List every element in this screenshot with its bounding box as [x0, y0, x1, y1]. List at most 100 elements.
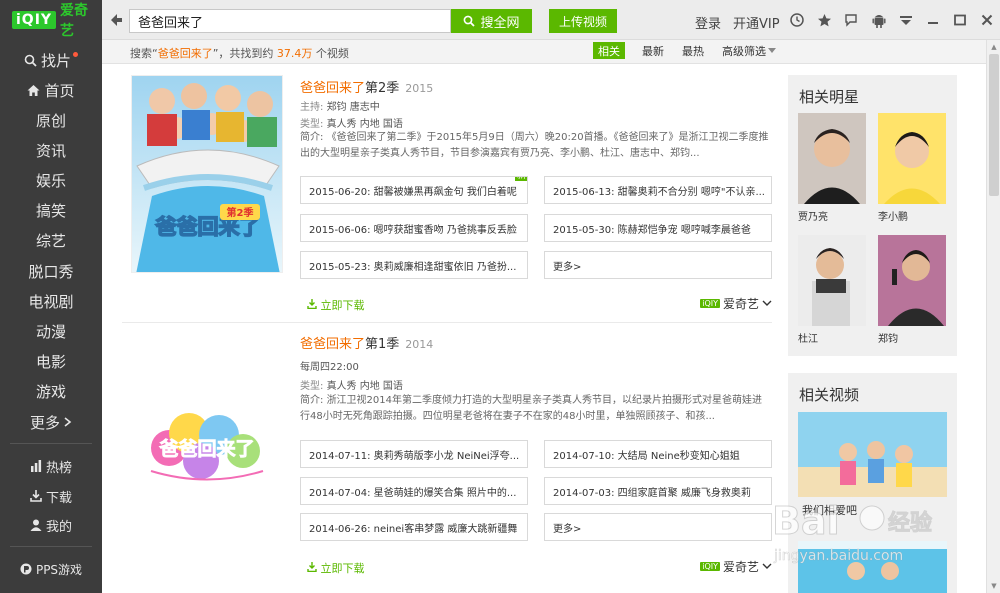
- watermark-brand-text: Bai: [772, 499, 840, 543]
- show-title-link[interactable]: 爸爸回来了第1季 2014: [300, 333, 433, 352]
- login-link[interactable]: 登录: [695, 13, 721, 32]
- show-title-link[interactable]: 爸爸回来了第2季 2015: [300, 77, 433, 96]
- logo-badge: iQIY: [12, 11, 57, 29]
- sidebar-item-find[interactable]: 找片: [0, 47, 102, 73]
- sidebar-item-funny[interactable]: 搞笑: [0, 197, 102, 223]
- pps-logo-icon: [20, 563, 32, 575]
- chevron-right-icon: [64, 417, 72, 427]
- sidebar-item-original[interactable]: 原创: [0, 107, 102, 133]
- sidebar-item-download[interactable]: 下载: [0, 483, 102, 509]
- sidebar-item-label: 下载: [45, 490, 72, 506]
- sidebar-item-pps-games[interactable]: PPS游戏: [0, 556, 102, 582]
- related-stars-panel: 相关明星 贾乃亮 李小鹏 杜江 郑钧: [788, 75, 957, 356]
- app-logo[interactable]: iQIY 爱奇艺: [0, 0, 102, 40]
- star-photo: [798, 235, 866, 326]
- filter-hottest[interactable]: 最热: [677, 42, 709, 59]
- sidebar-item-home[interactable]: 首页: [0, 77, 102, 103]
- sidebar-item-entertainment[interactable]: 娱乐: [0, 167, 102, 193]
- related-video-thumbnail[interactable]: [798, 412, 947, 497]
- related-stars-title: 相关明星: [799, 88, 860, 106]
- sidebar-item-label: 更多: [29, 413, 60, 432]
- sidebar-item-more[interactable]: 更多: [0, 409, 102, 435]
- star-card[interactable]: 杜江: [798, 235, 866, 345]
- episode-link[interactable]: 2014-07-10: 大结局 Neine秒变知心姐姐: [544, 440, 772, 468]
- result-suffix: 个视频: [315, 47, 349, 60]
- meta-value: 真人秀 内地 国语: [326, 119, 403, 130]
- show-type: 类型: 真人秀 内地 国语: [300, 115, 403, 130]
- search-input[interactable]: 爸爸回来了: [129, 9, 451, 33]
- android-icon[interactable]: [871, 12, 887, 28]
- upload-video-button[interactable]: 上传视频: [549, 9, 617, 33]
- sidebar-item-news[interactable]: 资讯: [0, 137, 102, 163]
- more-episodes-link[interactable]: 更多>: [544, 251, 772, 279]
- episode-link[interactable]: 2015-06-13: 甜馨奥莉不合分别 嗯哼"不认亲...: [544, 176, 772, 204]
- scroll-down-arrow-icon[interactable]: ▼: [987, 580, 1000, 592]
- filter-advanced[interactable]: 高级筛选: [717, 42, 781, 59]
- related-videos-title: 相关视频: [799, 386, 860, 404]
- title-highlight: 爸爸回来了: [300, 81, 366, 96]
- message-icon[interactable]: [843, 12, 859, 28]
- maximize-icon[interactable]: [952, 12, 968, 28]
- vertical-scrollbar[interactable]: ▲ ▼: [986, 40, 1000, 593]
- home-icon: [27, 84, 40, 96]
- episode-link[interactable]: 2014-07-11: 奥莉秀萌版李小龙 NeiNei浮夸...: [300, 440, 528, 468]
- sidebar-item-mine[interactable]: 我的: [0, 512, 102, 538]
- desc-text: 浙江卫视2014年第二季度倾力打造的大型明星亲子类真人秀节目，以纪录片拍摄形式对…: [300, 395, 763, 422]
- close-icon[interactable]: [979, 12, 995, 28]
- sidebar-item-hot-chart[interactable]: 热榜: [0, 453, 102, 479]
- more-episodes-link[interactable]: 更多>: [544, 513, 772, 541]
- sidebar-item-variety[interactable]: 综艺: [0, 227, 102, 253]
- back-arrow-icon[interactable]: [108, 11, 124, 29]
- episode-link[interactable]: 2015-06-06: 嗯哼获甜蜜香吻 乃爸挑事反丢脸: [300, 214, 528, 242]
- sidebar: 找片 首页 原创 资讯 娱乐 搞笑 综艺 脱口秀 电视剧 动漫 电影 游戏 更多…: [0, 40, 102, 593]
- show-schedule: 每周四22:00: [300, 358, 359, 373]
- star-icon[interactable]: [816, 12, 832, 28]
- show-host: 主持: 郑钧 唐志中: [300, 98, 380, 113]
- result-summary: 搜索“爸爸回来了”，共找到约 37.4万 个视频: [130, 45, 349, 61]
- dropdown-menu-icon[interactable]: [898, 12, 914, 28]
- scroll-up-arrow-icon[interactable]: ▲: [987, 41, 1000, 53]
- filter-relevant[interactable]: 相关: [593, 42, 625, 59]
- star-card[interactable]: 李小鹏: [878, 113, 946, 223]
- episode-link[interactable]: 2015-05-23: 奥莉威廉相逢甜蜜依旧 乃爸扮...: [300, 251, 528, 279]
- sidebar-item-talkshow[interactable]: 脱口秀: [0, 258, 102, 284]
- star-card[interactable]: 贾乃亮: [798, 113, 866, 223]
- title-season: 第2季: [365, 81, 400, 96]
- sidebar-item-label: 电视剧: [28, 292, 74, 311]
- search-button-label: 搜全网: [480, 15, 520, 31]
- show-poster-thumbnail[interactable]: 爸爸回来了 第2季: [131, 75, 283, 273]
- sidebar-item-label: 电影: [35, 352, 66, 371]
- history-clock-icon[interactable]: [789, 12, 805, 28]
- download-now-link[interactable]: 立即下载: [307, 560, 365, 576]
- episode-label: 2015-06-13: 甜馨奥莉不合分别 嗯哼"不认亲...: [553, 186, 765, 198]
- download-icon: [30, 490, 42, 502]
- baidu-jingyan-watermark: Bai 经验 jingyan.baidu.com: [770, 488, 950, 578]
- show-poster-thumbnail[interactable]: 爸爸回来了: [131, 343, 283, 529]
- sidebar-item-label: 热榜: [45, 460, 72, 476]
- sidebar-item-game[interactable]: 游戏: [0, 378, 102, 404]
- episode-link[interactable]: 2015-05-30: 陈赫郑恺争宠 嗯哼喊李晨爸爸: [544, 214, 772, 242]
- star-card[interactable]: 郑钧: [878, 235, 946, 345]
- filter-latest[interactable]: 最新: [637, 42, 669, 59]
- vip-link[interactable]: 开通VIP: [733, 13, 780, 32]
- source-selector[interactable]: iQIY 爱奇艺: [700, 295, 772, 312]
- episode-label: 2015-06-20: 甜馨被嫌黑再飙金句 我们白着呢: [309, 186, 517, 198]
- episode-link[interactable]: 2014-07-03: 四组家庭首聚 威廉飞身救奥莉: [544, 477, 772, 505]
- title-year: 2014: [405, 338, 434, 351]
- result-count: 37.4万: [276, 47, 313, 60]
- sidebar-item-anime[interactable]: 动漫: [0, 318, 102, 344]
- episode-link[interactable]: 2015-06-20: 甜馨被嫌黑再飙金句 我们白着呢 新: [300, 176, 528, 204]
- sidebar-item-tv-drama[interactable]: 电视剧: [0, 288, 102, 314]
- search-button[interactable]: 搜全网: [451, 9, 532, 33]
- sidebar-item-movie[interactable]: 电影: [0, 348, 102, 374]
- source-selector[interactable]: iQIY 爱奇艺: [700, 558, 772, 575]
- episode-link[interactable]: 2014-06-26: neinei客串梦露 威廉大跳新疆舞: [300, 513, 528, 541]
- download-now-link[interactable]: 立即下载: [307, 297, 365, 313]
- show-type: 类型: 真人秀 内地 国语: [300, 377, 403, 392]
- minimize-icon[interactable]: [925, 12, 941, 28]
- sidebar-item-label: 搞笑: [35, 201, 66, 220]
- episode-label: 2014-07-10: 大结局 Neine秒变知心姐姐: [553, 450, 740, 462]
- result-card: 爸爸回来了 爸爸回来了第1季 2014 每周四22:00 类型: 真人秀 内地 国…: [102, 323, 772, 583]
- episode-link[interactable]: 2014-07-04: 星爸萌娃的爆笑合集 照片中的...: [300, 477, 528, 505]
- scrollbar-thumb[interactable]: [989, 54, 999, 196]
